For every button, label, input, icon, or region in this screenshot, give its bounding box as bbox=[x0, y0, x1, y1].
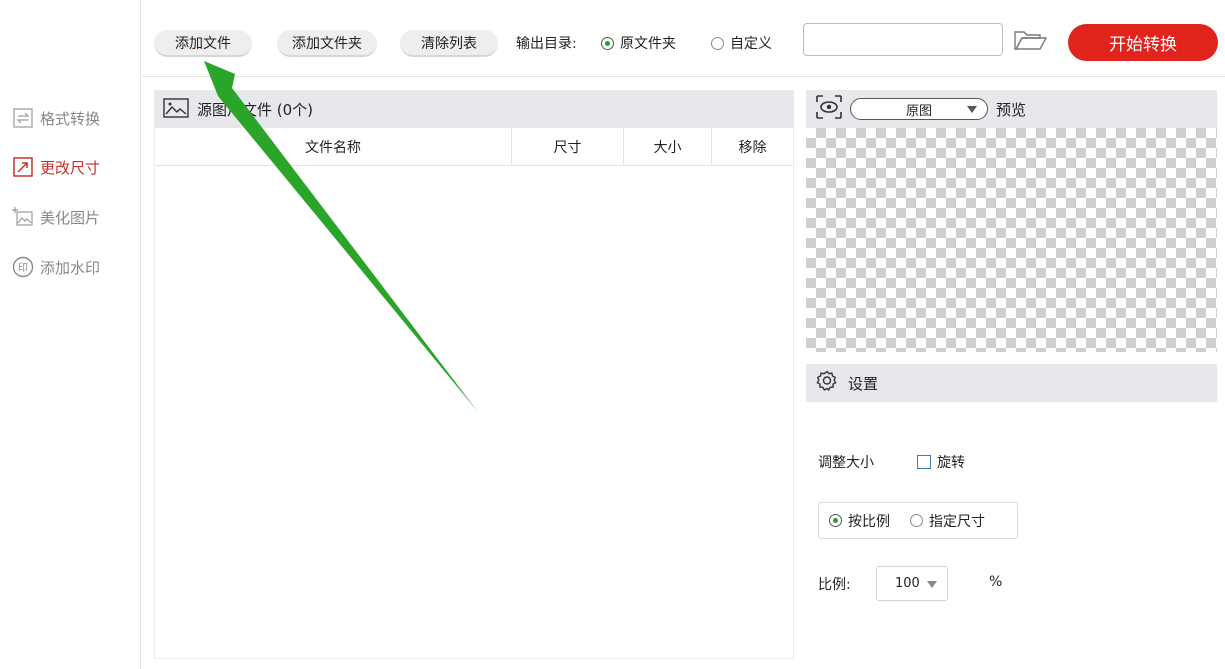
image-icon bbox=[163, 97, 189, 122]
preview-mode-select[interactable]: 原图 bbox=[850, 98, 988, 120]
sidebar-item-label: 格式转换 bbox=[40, 109, 101, 128]
ratio-value: 100 bbox=[895, 576, 920, 591]
preview-mode-value: 原图 bbox=[905, 103, 932, 119]
percent-sign: % bbox=[989, 574, 1003, 590]
resize-label: 调整大小 bbox=[818, 455, 874, 471]
file-panel-title: 源图片文件 (0个) bbox=[197, 101, 314, 119]
gear-icon bbox=[816, 370, 838, 396]
radio-by-size[interactable]: 指定尺寸 bbox=[910, 511, 985, 531]
sidebar-item-beautify[interactable]: 美化图片 bbox=[12, 203, 100, 231]
preview-header: 原图 预览 bbox=[806, 90, 1217, 128]
resize-mode-group: 按比例 指定尺寸 bbox=[818, 502, 1018, 539]
browse-folder-button[interactable] bbox=[1014, 29, 1050, 53]
rotate-option[interactable]: 旋转 bbox=[917, 452, 965, 472]
column-header-dimensions[interactable]: 尺寸 bbox=[512, 128, 624, 165]
start-convert-button[interactable]: 开始转换 bbox=[1068, 24, 1218, 61]
settings-panel: 设置 调整大小 旋转 按比例 指定尺寸 比例: 100 % bbox=[806, 364, 1217, 659]
radio-dot bbox=[829, 514, 842, 527]
dropdown-arrow-icon bbox=[967, 106, 977, 113]
dropdown-arrow-icon bbox=[927, 581, 937, 588]
preview-panel: 原图 预览 bbox=[806, 90, 1217, 352]
add-file-button[interactable]: 添加文件 bbox=[154, 30, 252, 57]
radio-by-ratio[interactable]: 按比例 bbox=[829, 511, 890, 531]
ratio-label: 比例: bbox=[818, 577, 851, 593]
radio-dot bbox=[601, 36, 614, 50]
preview-label: 预览 bbox=[996, 100, 1027, 119]
open-folder-icon bbox=[1014, 31, 1048, 50]
resize-row: 调整大小 bbox=[818, 452, 874, 472]
resize-icon bbox=[12, 156, 34, 178]
radio-dot bbox=[910, 514, 923, 527]
radio-label: 自定义 bbox=[730, 36, 772, 52]
sidebar-item-label: 添加水印 bbox=[40, 258, 101, 277]
column-header-size[interactable]: 大小 bbox=[624, 128, 712, 165]
radio-label: 按比例 bbox=[848, 513, 890, 530]
clear-list-button[interactable]: 清除列表 bbox=[400, 30, 498, 57]
column-header-remove[interactable]: 移除 bbox=[712, 128, 793, 165]
eye-icon[interactable] bbox=[816, 95, 842, 123]
toolbar: 添加文件 添加文件夹 清除列表 输出目录: 原文件夹 自定义 开始转换 bbox=[142, 0, 1225, 77]
preview-canvas bbox=[806, 128, 1217, 352]
sidebar-item-label: 美化图片 bbox=[40, 208, 101, 227]
ratio-select[interactable]: 100 bbox=[876, 566, 948, 601]
radio-label: 原文件夹 bbox=[620, 36, 676, 52]
sidebar-item-resize[interactable]: 更改尺寸 bbox=[12, 153, 100, 181]
output-dir-label: 输出目录: bbox=[516, 36, 577, 52]
sidebar: 格式转换 更改尺寸 美化图片 印 添加水印 bbox=[0, 0, 141, 669]
file-list-panel: 源图片文件 (0个) 文件名称 尺寸 大小 移除 bbox=[154, 90, 794, 659]
ratio-row: 比例: bbox=[818, 574, 851, 594]
watermark-stamp-icon: 印 bbox=[12, 256, 34, 278]
app-window: 格式转换 更改尺寸 美化图片 印 添加水印 添加文件 添加文件夹 清除列表 输出… bbox=[0, 0, 1225, 669]
sidebar-item-format-convert[interactable]: 格式转换 bbox=[12, 104, 100, 132]
file-panel-header: 源图片文件 (0个) bbox=[155, 91, 793, 128]
column-header-filename[interactable]: 文件名称 bbox=[155, 128, 512, 165]
swap-arrows-icon bbox=[12, 107, 34, 129]
radio-dot bbox=[711, 36, 724, 50]
rotate-checkbox[interactable] bbox=[917, 455, 931, 469]
radio-custom-folder[interactable]: 自定义 bbox=[711, 33, 772, 53]
percent-row: % bbox=[989, 574, 1002, 590]
rotate-label: 旋转 bbox=[937, 455, 965, 471]
sparkle-image-icon bbox=[12, 206, 34, 228]
output-path-input[interactable] bbox=[803, 23, 1003, 56]
add-folder-button[interactable]: 添加文件夹 bbox=[277, 30, 377, 57]
settings-header: 设置 bbox=[806, 364, 1217, 402]
radio-original-folder[interactable]: 原文件夹 bbox=[601, 33, 676, 53]
file-table-header: 文件名称 尺寸 大小 移除 bbox=[155, 128, 793, 166]
svg-text:印: 印 bbox=[18, 262, 28, 274]
sidebar-item-watermark[interactable]: 印 添加水印 bbox=[12, 253, 100, 281]
sidebar-item-label: 更改尺寸 bbox=[40, 158, 101, 177]
radio-label: 指定尺寸 bbox=[929, 513, 985, 530]
settings-title: 设置 bbox=[848, 374, 879, 393]
